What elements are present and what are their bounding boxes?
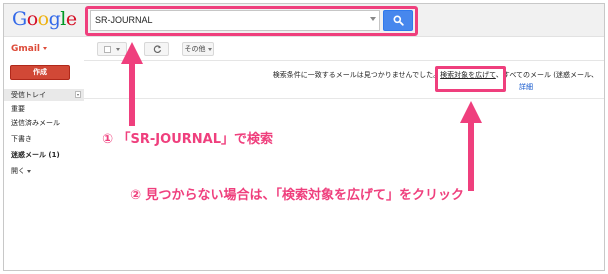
main-divider [84,98,604,99]
chevron-down-icon [43,47,48,50]
arrow-up-icon [460,101,482,191]
logo-letter: o [26,8,38,30]
toolbar-divider [84,60,604,61]
sidebar-item-sent[interactable]: 送信済みメール [4,117,84,129]
sidebar-item-more[interactable]: 開く [4,165,84,177]
sidebar-item-label: 開く [11,167,25,175]
more-actions-button[interactable]: その他 [182,42,214,56]
sidebar-item-spam[interactable]: 迷惑メール (1) [4,149,84,161]
arrow-up-icon [121,42,143,126]
sidebar-item-label: 重要 [11,105,25,113]
sidebar-item-drafts[interactable]: 下書き [4,133,84,145]
step-1-annotation: ① 「SR-JOURNAL」で検索 [102,132,273,147]
no-results-message: 検索条件に一致するメールは見つかりませんでした。検索対象を広げて、すべてのメール… [228,70,598,80]
sidebar-item-inbox[interactable]: 受信トレイ [4,89,84,101]
more-actions-label: その他 [184,45,206,53]
step-2-annotation: ② 見つからない場合は、「検索対象を広げて」をクリック [130,188,465,203]
gmail-menu[interactable]: Gmail [11,44,48,54]
sidebar-item-label: 受信トレイ [11,91,46,99]
sidebar-item-label: 迷惑メール (1) [11,151,60,159]
sidebar-item-label: 下書き [11,135,32,143]
logo-letter: e [65,8,77,30]
logo-letter: o [37,8,49,30]
inbox-options-icon[interactable] [75,91,81,98]
refresh-icon [153,45,162,53]
search-highlight-box [85,6,418,36]
chevron-down-icon [27,169,31,173]
details-link[interactable]: 詳細 [519,82,533,92]
google-logo[interactable]: Google [12,10,77,29]
sidebar-item-label: 送信済みメール [11,119,60,127]
gmail-label: Gmail [11,44,41,54]
logo-letter: G [12,8,27,30]
chevron-down-icon [207,47,212,51]
logo-letter: g [48,8,61,30]
no-results-text: 検索条件に一致するメールは見つかりませんでした。 [272,71,441,79]
sidebar-item-important[interactable]: 重要 [4,103,84,115]
refresh-button[interactable] [144,42,169,56]
checkbox-icon [104,46,111,53]
widen-link-highlight-box [435,66,506,92]
screenshot-frame: Google Gmail その他 作成 受信トレイ 重要 [3,3,605,271]
compose-button[interactable]: 作成 [10,65,70,80]
chevron-down-icon [116,48,120,51]
no-results-suffix: 、すべてのメール (迷惑メール、 [495,71,598,79]
